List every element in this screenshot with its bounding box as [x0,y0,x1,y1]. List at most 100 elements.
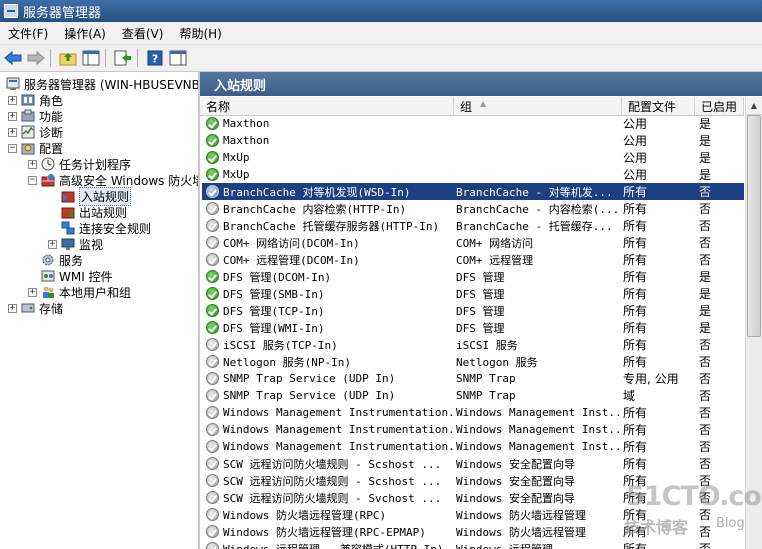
rule-name-cell: SCW 远程访问防火墙规则 - Scshost ... [202,473,454,489]
table-row[interactable]: SNMP Trap Service (UDP In) SNMP Trap 域 否 [202,387,744,404]
table-row[interactable]: COM+ 网络访问(DCOM-In) COM+ 网络访问 所有 否 [202,234,744,251]
forward-button[interactable] [26,48,46,68]
disabled-check-icon [206,440,219,453]
tree-item-connection-security-rules[interactable]: 连接安全规则 [61,220,151,236]
forward-arrow-icon [27,50,45,66]
tree-item-monitoring[interactable]: + 监视 [48,236,103,252]
collapse-icon[interactable]: − [28,175,37,185]
export-list-button[interactable] [113,48,133,68]
table-row[interactable]: DFS 管理(DCOM-In) DFS 管理 所有 是 [202,268,744,285]
show-action-pane-button[interactable] [168,48,188,68]
table-row[interactable]: SCW 远程访问防火墙规则 - Svchost ... Windows 安全配置向… [202,489,744,506]
table-row[interactable]: DFS 管理(SMB-In) DFS 管理 所有 是 [202,285,744,302]
tree-item-storage[interactable]: + 存储 [8,300,63,316]
menu-file[interactable]: 文件(F) [0,25,56,42]
enabled-check-icon [206,270,219,283]
tree-item-task-scheduler[interactable]: + 任务计划程序 [28,156,131,172]
tree-item-outbound-rules[interactable]: 出站规则 [61,204,127,220]
table-row[interactable]: iSCSI 服务(TCP-In) iSCSI 服务 所有 否 [202,336,744,353]
tree-item-diagnostics[interactable]: + 诊断 [8,124,63,140]
tree-item-local-users[interactable]: + 本地用户和组 [28,284,131,300]
rule-profile-cell: 所有 [623,321,648,335]
rule-name-cell: Netlogon 服务(NP-In) [202,354,454,370]
rule-name-cell: SNMP Trap Service (UDP In) [202,372,454,385]
help-button[interactable]: ? [145,48,165,68]
table-row[interactable]: SNMP Trap Service (UDP In) SNMP Trap 专用, 公… [202,370,744,387]
outbound-rules-icon [61,207,75,219]
rule-profile-cell: 专用, 公用 [623,372,679,386]
tree-item-roles[interactable]: + 角色 [8,92,63,108]
rule-group-cell: Windows Management Inst... [456,406,622,419]
rule-name-cell: Maxthon [202,134,454,147]
title-bar: 服务器管理器 [0,0,762,22]
rule-group-cell: Windows 防火墙远程管理 [456,525,586,539]
rule-profile-cell: 公用 [623,168,648,182]
up-folder-button[interactable] [58,48,78,68]
column-header-group[interactable]: 组 ▲ [454,97,622,115]
column-header-profile[interactable]: 配置文件 [622,97,695,115]
expand-icon[interactable]: + [8,111,17,121]
tree-item-configuration[interactable]: − 配置 [8,140,63,156]
table-row[interactable]: BranchCache 托管缓存服务器(HTTP-In) BranchCache … [202,217,744,234]
show-tree-button[interactable] [81,48,101,68]
expand-icon[interactable]: + [28,159,37,169]
rule-name-cell: Windows Management Instrumentation... [202,423,454,436]
rule-group-cell: Windows 安全配置向导 [456,457,575,471]
rule-group-cell: COM+ 远程管理 [456,253,534,267]
table-row[interactable]: SCW 远程访问防火墙规则 - Scshost ... Windows 安全配置向… [202,455,744,472]
rule-group-cell: Windows 远程管理 [456,542,553,549]
rule-profile-cell: 所有 [623,270,648,284]
tree-item-inbound-rules[interactable]: 入站规则 [61,186,132,206]
rule-enabled-cell: 是 [699,151,712,165]
expand-icon[interactable]: + [48,239,57,249]
rules-list: Maxthon 公用是 Maxthon 公用是 MxUp 公用是 MxUp 公用是 Branch… [202,115,744,549]
table-row[interactable]: SCW 远程访问防火墙规则 - Scshost ... Windows 安全配置向… [202,472,744,489]
rule-group-cell: Windows 安全配置向导 [456,474,575,488]
rule-name-cell: DFS 管理(WMI-In) [202,320,454,336]
rule-group-cell: Windows Management Inst... [456,440,622,453]
rule-enabled-cell: 是 [699,321,712,335]
back-button[interactable] [3,48,23,68]
rule-enabled-cell: 否 [699,491,712,505]
tree-item-features[interactable]: + 功能 [8,108,63,124]
table-row[interactable]: COM+ 远程管理(DCOM-In) COM+ 远程管理 所有 否 [202,251,744,268]
tree-item-services[interactable]: 服务 [41,252,83,268]
table-row[interactable]: Windows Management Instrumentation... Win… [202,421,744,438]
tree-root[interactable]: 服务器管理器 (WIN-HBUSEVNBRU [6,76,198,92]
rule-name-cell: DFS 管理(TCP-In) [202,303,454,319]
table-row[interactable]: Windows Management Instrumentation... Win… [202,438,744,455]
table-row[interactable]: Maxthon 公用 是 [202,115,744,132]
expand-icon[interactable]: + [8,303,17,313]
scrollbar-thumb[interactable] [747,115,761,337]
rule-name-cell: COM+ 网络访问(DCOM-In) [202,235,454,251]
expand-icon[interactable]: + [28,287,37,297]
expand-icon[interactable]: + [8,95,17,105]
expand-icon[interactable]: + [8,127,17,137]
enabled-check-icon [206,321,219,334]
table-row[interactable]: Netlogon 服务(NP-In) Netlogon 服务 所有 否 [202,353,744,370]
table-row[interactable]: DFS 管理(WMI-In) DFS 管理 所有 是 [202,319,744,336]
table-row[interactable]: Maxthon 公用 是 [202,132,744,149]
table-row[interactable]: Windows 远程管理 - 兼容模式(HTTP-In) Windows 远程管理… [202,540,744,549]
menu-view[interactable]: 查看(V) [114,25,172,42]
server-manager-icon [4,4,18,18]
table-row[interactable]: DFS 管理(TCP-In) DFS 管理 所有 是 [202,302,744,319]
table-row[interactable]: MxUp 公用 是 [202,149,744,166]
column-header-enabled[interactable]: 已启用 [695,97,744,115]
rule-name-cell: DFS 管理(SMB-In) [202,286,454,302]
rule-profile-cell: 所有 [623,287,648,301]
table-row[interactable]: BranchCache 内容检索(HTTP-In) BranchCache - 内… [202,200,744,217]
menu-action[interactable]: 操作(A) [56,25,114,42]
table-row[interactable]: Windows Management Instrumentation... Win… [202,404,744,421]
menu-help[interactable]: 帮助(H) [171,25,229,42]
collapse-icon[interactable]: − [8,143,17,153]
disabled-check-icon [206,253,219,266]
table-row[interactable]: BranchCache 对等机发现(WSD-In) BranchCache - 对… [202,183,744,200]
tree-item-wmi-control[interactable]: WMI 控件 [41,268,113,284]
vertical-scrollbar[interactable]: ▲ [745,97,762,549]
table-row[interactable]: MxUp 公用 是 [202,166,744,183]
column-header-name[interactable]: 名称 [200,97,454,115]
table-row[interactable]: Windows 防火墙远程管理(RPC) Windows 防火墙远程管理 所有 否 [202,506,744,523]
scroll-up-arrow-icon[interactable]: ▲ [746,97,762,115]
table-row[interactable]: Windows 防火墙远程管理(RPC-EPMAP) Windows 防火墙远程管… [202,523,744,540]
